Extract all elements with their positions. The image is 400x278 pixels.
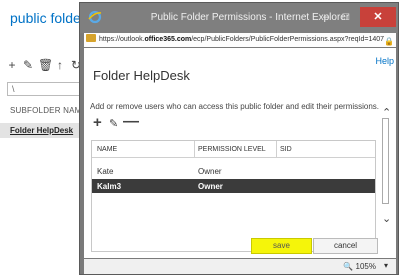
permissions-table: NAME PERMISSION LEVEL SID Kate Owner Kal… xyxy=(91,140,376,252)
add-icon[interactable]: + xyxy=(6,58,18,72)
page-icon xyxy=(86,34,96,42)
add-user-button[interactable]: + xyxy=(93,114,102,131)
minimize-button[interactable]: – xyxy=(316,7,336,27)
url-path: /ecp/PublicFolders/PublicFolderPermissio… xyxy=(191,36,385,43)
zoom-value: 105% xyxy=(355,262,376,271)
permissions-window: Public Folder Permissions - Internet Exp… xyxy=(79,2,399,275)
instructions-text: Add or remove users who can access this … xyxy=(90,102,380,111)
scroll-down-icon[interactable]: ⌄ xyxy=(382,212,391,225)
zoom-dropdown-icon[interactable]: ▾ xyxy=(384,261,388,270)
column-header-name[interactable]: NAME xyxy=(97,146,117,153)
dialog-content: Help Folder HelpDesk Add or remove users… xyxy=(84,48,396,258)
status-bar: 🔍 105% ▾ xyxy=(84,259,396,274)
zoom-icon: 🔍 xyxy=(343,262,354,271)
dialog-title: Folder HelpDesk xyxy=(93,68,190,83)
table-row[interactable]: Kate Owner xyxy=(92,164,375,178)
save-button[interactable]: save xyxy=(251,238,312,254)
cancel-button[interactable]: cancel xyxy=(313,238,378,254)
maximize-button[interactable]: □ xyxy=(336,7,356,27)
permission-level: Owner xyxy=(198,182,223,191)
column-header-permission[interactable]: PERMISSION LEVEL xyxy=(198,146,266,153)
window-titlebar[interactable]: Public Folder Permissions - Internet Exp… xyxy=(80,3,398,33)
up-icon[interactable]: ↑ xyxy=(54,58,66,72)
column-divider xyxy=(276,141,277,158)
zoom-level[interactable]: 🔍 105% xyxy=(343,262,376,271)
user-name: Kalm3 xyxy=(97,182,122,191)
column-header-sid[interactable]: SID xyxy=(280,146,292,153)
lock-icon[interactable]: 🔒 xyxy=(384,35,394,47)
subfolder-name: Folder HelpDesk xyxy=(10,126,74,135)
table-header: NAME PERMISSION LEVEL SID xyxy=(92,141,375,158)
internet-explorer-icon xyxy=(88,10,102,24)
delete-icon[interactable]: 🗑 xyxy=(38,58,53,72)
subfolder-column-header[interactable]: SUBFOLDER NAME xyxy=(10,106,87,115)
column-divider xyxy=(194,141,195,158)
url-prefix: https://outlook. xyxy=(99,36,145,43)
close-button[interactable]: ✕ xyxy=(360,7,396,27)
url-domain: office365.com xyxy=(144,36,192,43)
user-name: Kate xyxy=(97,167,114,176)
edit-user-button[interactable]: ✎ xyxy=(109,117,118,130)
help-link[interactable]: Help xyxy=(375,56,394,66)
remove-user-button[interactable]: — xyxy=(123,113,139,131)
address-bar[interactable]: https://outlook.office365.com/ecp/Public… xyxy=(84,33,396,47)
permission-level: Owner xyxy=(198,167,222,176)
scrollbar[interactable] xyxy=(382,118,389,204)
search-input[interactable]: \ xyxy=(7,82,85,96)
edit-icon[interactable]: ✎ xyxy=(22,58,34,72)
subfolder-row-selected[interactable]: Folder HelpDesk xyxy=(0,123,90,138)
table-row-selected[interactable]: Kalm3 Owner xyxy=(92,179,375,193)
folder-toolbar: + ✎ 🗑 ↑ ↻ xyxy=(6,58,82,72)
